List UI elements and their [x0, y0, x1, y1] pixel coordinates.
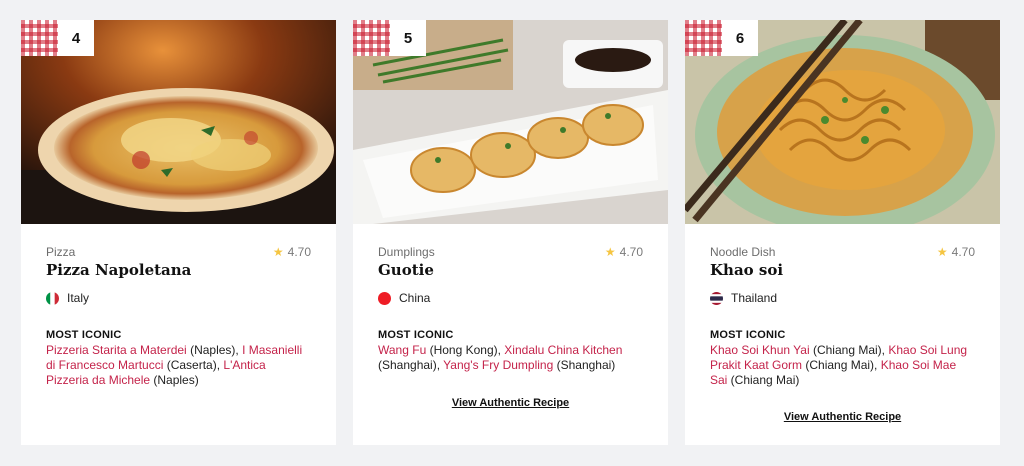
- thailand-flag-icon: [710, 291, 723, 305]
- gingham-pattern: [353, 20, 390, 56]
- dish-category: Dumplings: [378, 245, 435, 259]
- most-iconic-label: MOST ICONIC: [46, 329, 122, 341]
- rank-badge: 5: [353, 20, 426, 56]
- place-location: (Caserta),: [163, 358, 224, 372]
- country-name[interactable]: China: [399, 291, 430, 305]
- gingham-pattern: [21, 20, 58, 56]
- dish-rating: ★ 4.70: [937, 245, 975, 259]
- iconic-places: Pizzeria Starita a Materdei (Naples), I …: [46, 343, 311, 388]
- dish-category: Noodle Dish: [710, 245, 776, 259]
- gingham-pattern: [685, 20, 722, 56]
- place-link[interactable]: Wang Fu: [378, 343, 426, 357]
- place-location: (Shanghai),: [378, 358, 444, 372]
- dish-title[interactable]: Khao soi: [710, 261, 975, 279]
- star-icon: ★: [604, 245, 616, 259]
- dish-rating: ★ 4.70: [273, 245, 311, 259]
- rank-number: 4: [58, 20, 94, 56]
- star-icon: ★: [272, 245, 284, 259]
- place-location: (Hong Kong),: [426, 343, 505, 357]
- rank-number: 5: [390, 20, 426, 56]
- view-recipe-link[interactable]: View Authentic Recipe: [353, 397, 668, 409]
- place-location: (Chiang Mai),: [809, 343, 889, 357]
- rank-badge: 6: [685, 20, 758, 56]
- place-link[interactable]: Khao Soi Khun Yai: [710, 343, 810, 357]
- dish-category: Pizza: [46, 245, 76, 259]
- place-link[interactable]: Pizzeria Starita a Materdei: [46, 343, 187, 357]
- view-recipe-link[interactable]: View Authentic Recipe: [685, 411, 1000, 423]
- country-name[interactable]: Thailand: [731, 291, 777, 305]
- most-iconic-label: MOST ICONIC: [710, 329, 786, 341]
- most-iconic-label: MOST ICONIC: [378, 329, 454, 341]
- place-location: (Chiang Mai),: [802, 358, 881, 372]
- china-flag-icon: [378, 291, 391, 305]
- star-icon: ★: [936, 245, 948, 259]
- place-link[interactable]: Xindalu China Kitchen: [504, 343, 622, 357]
- place-location: (Shanghai): [553, 358, 616, 372]
- dish-card-pizza-napoletana[interactable]: 4 Pizza ★ 4.70 Pizza Napoletana Italy MO…: [21, 20, 336, 445]
- iconic-places: Khao Soi Khun Yai (Chiang Mai), Khao Soi…: [710, 343, 975, 388]
- place-link[interactable]: Yang's Fry Dumpling: [443, 358, 553, 372]
- italy-flag-icon: [46, 291, 59, 305]
- country-name[interactable]: Italy: [67, 291, 89, 305]
- rank-badge: 4: [21, 20, 94, 56]
- dish-title[interactable]: Guotie: [378, 261, 643, 279]
- rating-value: 4.70: [287, 245, 311, 259]
- iconic-places: Wang Fu (Hong Kong), Xindalu China Kitch…: [378, 343, 643, 373]
- dish-rating: ★ 4.70: [605, 245, 643, 259]
- place-location: (Naples),: [186, 343, 243, 357]
- rating-value: 4.70: [619, 245, 643, 259]
- dish-card-guotie[interactable]: 5 Dumplings ★ 4.70 Guotie China MOST ICO…: [353, 20, 668, 445]
- dish-title[interactable]: Pizza Napoletana: [46, 261, 311, 279]
- rating-value: 4.70: [951, 245, 975, 259]
- place-location: (Chiang Mai): [727, 373, 800, 387]
- rank-number: 6: [722, 20, 758, 56]
- dish-card-khao-soi[interactable]: 6 Noodle Dish ★ 4.70 Khao soi Thailand M…: [685, 20, 1000, 445]
- place-location: (Naples): [150, 373, 199, 387]
